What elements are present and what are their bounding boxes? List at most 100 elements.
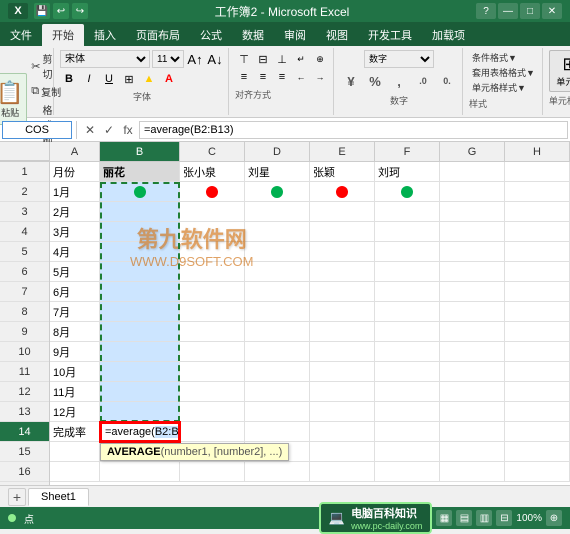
close-btn[interactable]: ✕ — [542, 3, 562, 19]
cell-a1[interactable]: 月份 — [50, 162, 100, 182]
cell-f3[interactable] — [375, 202, 440, 222]
cell-g2[interactable] — [440, 182, 505, 202]
col-header-d[interactable]: D — [245, 142, 310, 161]
cell-c6[interactable] — [180, 262, 245, 282]
cell-d2[interactable] — [245, 182, 310, 202]
cell-b10[interactable] — [100, 342, 180, 362]
font-size-select[interactable]: 11 — [152, 50, 184, 68]
cell-g1[interactable] — [440, 162, 505, 182]
paste-button[interactable]: 📋 粘贴 — [0, 73, 27, 125]
cell-e14[interactable] — [310, 422, 375, 442]
tab-formulas[interactable]: 公式 — [190, 24, 232, 46]
tab-view[interactable]: 视图 — [316, 24, 358, 46]
cell-h6[interactable] — [505, 262, 570, 282]
cell-f10[interactable] — [375, 342, 440, 362]
cell-b4[interactable] — [100, 222, 180, 242]
cell-f8[interactable] — [375, 302, 440, 322]
cell-a12[interactable]: 11月 — [50, 382, 100, 402]
cell-c11[interactable] — [180, 362, 245, 382]
cell-f6[interactable] — [375, 262, 440, 282]
underline-button[interactable]: U — [100, 70, 118, 88]
decrease-font-btn[interactable]: A↓ — [206, 50, 224, 68]
cell-e7[interactable] — [310, 282, 375, 302]
cell-g6[interactable] — [440, 262, 505, 282]
tab-addins[interactable]: 加载项 — [422, 24, 475, 46]
cell-f15[interactable] — [375, 442, 440, 462]
cell-d3[interactable] — [245, 202, 310, 222]
cell-f13[interactable] — [375, 402, 440, 422]
cell-h4[interactable] — [505, 222, 570, 242]
cell-a10[interactable]: 9月 — [50, 342, 100, 362]
row-header-16[interactable]: 16 — [0, 462, 49, 482]
cell-h16[interactable] — [505, 462, 570, 482]
cell-b5[interactable] — [100, 242, 180, 262]
cell-g15[interactable] — [440, 442, 505, 462]
cell-c2[interactable] — [180, 182, 245, 202]
cell-a13[interactable]: 12月 — [50, 402, 100, 422]
cell-a15[interactable] — [50, 442, 100, 462]
cell-g9[interactable] — [440, 322, 505, 342]
row-header-7[interactable]: 7 — [0, 282, 49, 302]
indent-decrease-btn[interactable]: ← — [292, 68, 310, 86]
cell-c14[interactable] — [180, 422, 245, 442]
cell-b9[interactable] — [100, 322, 180, 342]
tab-review[interactable]: 审阅 — [274, 24, 316, 46]
cell-g7[interactable] — [440, 282, 505, 302]
cell-h10[interactable] — [505, 342, 570, 362]
cell-b14[interactable]: =average(B2:B13) — [100, 422, 180, 442]
fill-color-button[interactable]: ▲ — [140, 70, 158, 88]
cell-b8[interactable] — [100, 302, 180, 322]
cell-h11[interactable] — [505, 362, 570, 382]
cell-b2[interactable] — [100, 182, 180, 202]
help-btn[interactable]: ? — [476, 3, 496, 19]
cell-d8[interactable] — [245, 302, 310, 322]
row-header-5[interactable]: 5 — [0, 242, 49, 262]
cell-g3[interactable] — [440, 202, 505, 222]
border-button[interactable]: ⊞ — [120, 70, 138, 88]
cell-h14[interactable] — [505, 422, 570, 442]
tab-developer[interactable]: 开发工具 — [358, 24, 422, 46]
cell-b1[interactable]: 丽花 — [100, 162, 180, 182]
cell-f11[interactable] — [375, 362, 440, 382]
cell-h13[interactable] — [505, 402, 570, 422]
row-header-4[interactable]: 4 — [0, 222, 49, 242]
cell-f7[interactable] — [375, 282, 440, 302]
row-header-1[interactable]: 1 — [0, 162, 49, 182]
col-header-c[interactable]: C — [180, 142, 245, 161]
indent-increase-btn[interactable]: → — [311, 68, 329, 86]
align-middle-btn[interactable]: ⊟ — [254, 50, 272, 68]
cell-c3[interactable] — [180, 202, 245, 222]
formula-insert-fn-btn[interactable]: fx — [119, 121, 137, 139]
row-header-3[interactable]: 3 — [0, 202, 49, 222]
cell-a5[interactable]: 4月 — [50, 242, 100, 262]
italic-button[interactable]: I — [80, 70, 98, 88]
view-normal-btn[interactable]: ▦ — [436, 510, 452, 526]
cell-c1[interactable]: 张小泉 — [180, 162, 245, 182]
cell-h9[interactable] — [505, 322, 570, 342]
cell-d4[interactable] — [245, 222, 310, 242]
cell-d9[interactable] — [245, 322, 310, 342]
cell-c10[interactable] — [180, 342, 245, 362]
insert-cells-btn[interactable]: ⊞ 单元格 — [549, 50, 570, 92]
minimize-btn[interactable]: — — [498, 3, 518, 19]
cell-b11[interactable] — [100, 362, 180, 382]
cell-g14[interactable] — [440, 422, 505, 442]
cell-h7[interactable] — [505, 282, 570, 302]
cell-e15[interactable] — [310, 442, 375, 462]
cell-e5[interactable] — [310, 242, 375, 262]
tab-data[interactable]: 数据 — [232, 24, 274, 46]
cell-h1[interactable] — [505, 162, 570, 182]
cell-e13[interactable] — [310, 402, 375, 422]
cell-g13[interactable] — [440, 402, 505, 422]
tab-insert[interactable]: 插入 — [84, 24, 126, 46]
decimal-decrease-btn[interactable]: 0. — [436, 70, 458, 92]
col-header-h[interactable]: H — [505, 142, 570, 161]
cell-h8[interactable] — [505, 302, 570, 322]
redo-icon[interactable]: ↪ — [72, 3, 88, 19]
cell-h2[interactable] — [505, 182, 570, 202]
cell-a6[interactable]: 5月 — [50, 262, 100, 282]
comma-btn[interactable]: , — [388, 70, 410, 92]
view-layout-btn[interactable]: ▤ — [456, 510, 472, 526]
cell-b12[interactable] — [100, 382, 180, 402]
row-header-11[interactable]: 11 — [0, 362, 49, 382]
